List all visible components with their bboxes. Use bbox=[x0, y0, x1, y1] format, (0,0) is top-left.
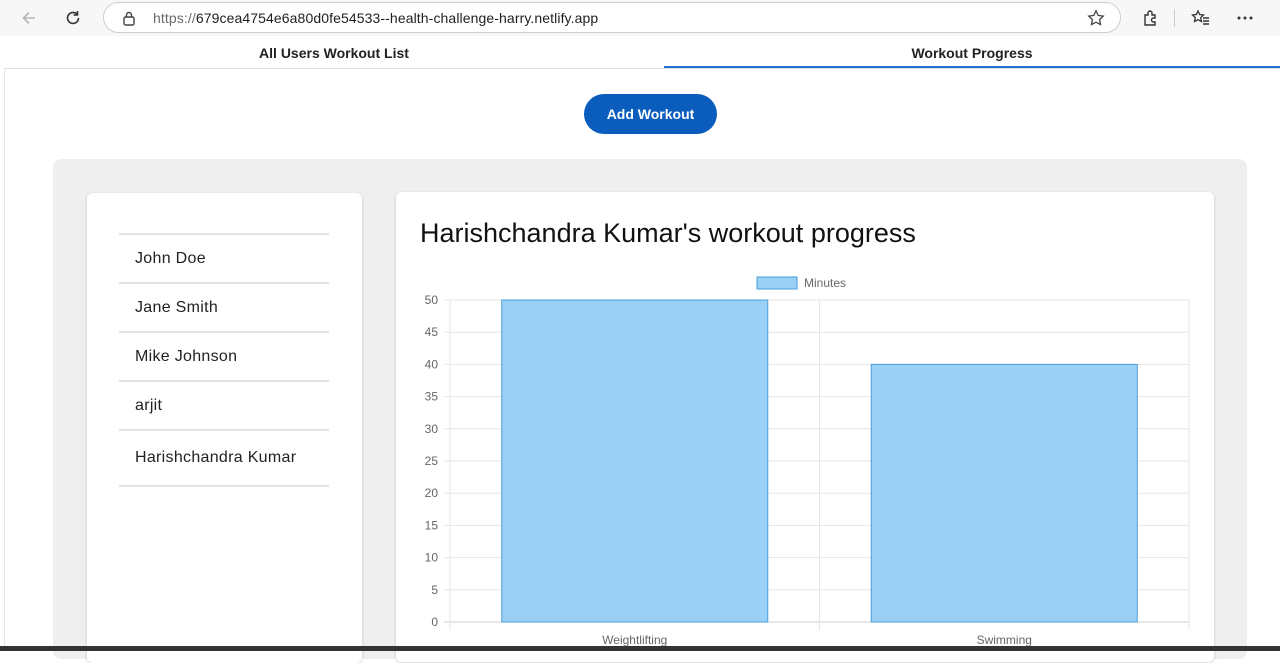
bar-swimming bbox=[870, 363, 1138, 623]
add-workout-button[interactable]: Add Workout bbox=[584, 94, 717, 134]
user-list-item-mike-johnson[interactable]: Mike Johnson bbox=[119, 333, 329, 382]
star-icon[interactable] bbox=[1087, 9, 1105, 32]
y-tick-label: 40 bbox=[425, 357, 439, 371]
y-tick-label: 35 bbox=[425, 390, 439, 404]
y-tick-label: 20 bbox=[425, 486, 439, 500]
lock-icon[interactable] bbox=[122, 10, 136, 31]
x-tick-label: Swimming bbox=[977, 633, 1032, 647]
page-left-border bbox=[4, 36, 5, 651]
url-host: 679cea4754e6a80d0fe54533--health-challen… bbox=[195, 10, 599, 26]
user-list-item-jane-smith[interactable]: Jane Smith bbox=[119, 284, 329, 333]
y-tick-label: 15 bbox=[425, 518, 439, 532]
user-list: John Doe Jane Smith Mike Johnson arjit H… bbox=[119, 233, 329, 487]
refresh-icon[interactable] bbox=[60, 6, 86, 30]
user-list-card: John Doe Jane Smith Mike Johnson arjit H… bbox=[87, 193, 362, 663]
x-tick-label: Weightlifting bbox=[602, 633, 667, 647]
y-tick-label: 30 bbox=[425, 422, 439, 436]
workout-bar-chart: 0 5 10 15 20 25 30 35 40 45 50 Weightlifting Swimmin… bbox=[425, 276, 1190, 647]
tab-all-users-workout-list[interactable]: All Users Workout List bbox=[4, 36, 664, 69]
extensions-icon[interactable] bbox=[1138, 6, 1164, 30]
more-icon[interactable] bbox=[1232, 6, 1258, 30]
y-tick-label: 50 bbox=[425, 293, 439, 307]
url-scheme: https:// bbox=[153, 10, 196, 26]
legend-label: Minutes bbox=[804, 276, 846, 290]
bar-weightlifting bbox=[501, 299, 769, 623]
legend-swatch bbox=[756, 276, 798, 290]
user-list-item-john-doe[interactable]: John Doe bbox=[119, 235, 329, 284]
y-tick-label: 0 bbox=[431, 615, 438, 629]
favorites-icon[interactable] bbox=[1188, 6, 1214, 30]
tab-bar: All Users Workout List Workout Progress bbox=[4, 36, 1280, 69]
user-list-item-arjit[interactable]: arjit bbox=[119, 382, 329, 431]
workout-progress-card: Harishchandra Kumar's workout progress 0… bbox=[396, 192, 1214, 662]
back-icon[interactable] bbox=[16, 6, 42, 30]
active-tab-indicator bbox=[664, 66, 1280, 68]
url-text: https://679cea4754e6a80d0fe54533--health… bbox=[153, 10, 598, 26]
y-tick-label: 5 bbox=[431, 583, 438, 597]
y-tick-label: 25 bbox=[425, 454, 439, 468]
window-bottom-edge bbox=[0, 646, 1280, 651]
address-bar[interactable]: https://679cea4754e6a80d0fe54533--health… bbox=[103, 2, 1121, 33]
tab-workout-progress[interactable]: Workout Progress bbox=[664, 36, 1280, 69]
user-list-item-harishchandra-kumar[interactable]: Harishchandra Kumar bbox=[119, 431, 329, 487]
y-tick-label: 45 bbox=[425, 325, 439, 339]
y-tick-label: 10 bbox=[425, 551, 439, 565]
browser-toolbar: https://679cea4754e6a80d0fe54533--health… bbox=[0, 0, 1280, 36]
toolbar-divider bbox=[1174, 9, 1175, 27]
